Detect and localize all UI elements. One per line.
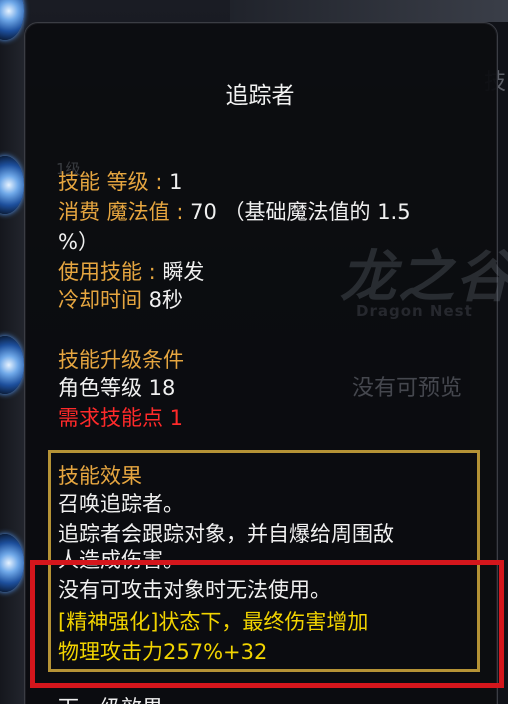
- mana-cost-value-cont: %）: [58, 230, 99, 254]
- game-screen: 技 1级 龙之谷 Dragon Nest 没有可预览 追踪者 技能 等级 : 1…: [0, 0, 508, 704]
- cooldown-value: 8秒: [142, 288, 184, 312]
- skill-title: 追踪者: [225, 83, 295, 109]
- cast-type-value: 瞬发: [162, 260, 205, 284]
- watermark-logo-sub: Dragon Nest: [356, 302, 473, 320]
- skill-level-label: 技能 等级: [58, 170, 149, 194]
- cooldown-label: 冷却时间: [58, 288, 142, 312]
- effect-line: 召唤追踪者。: [58, 492, 184, 516]
- skill-level-value: 1: [169, 170, 183, 194]
- skill-orb-icon[interactable]: [0, 336, 24, 394]
- watermark-logo: 龙之谷: [340, 244, 508, 310]
- mana-cost-row: 消费 魔法值 : 70 （基础魔法值的 1.5: [58, 198, 411, 226]
- next-level-header: 下一级效果: [58, 692, 163, 704]
- skill-level-row: 技能 等级 : 1: [58, 168, 183, 196]
- required-skill-points: 需求技能点 1: [58, 406, 184, 430]
- effect-header: 技能效果: [58, 464, 142, 488]
- skill-level-sep: :: [148, 170, 170, 194]
- skill-orb-icon[interactable]: [0, 0, 24, 40]
- cast-type-label: 使用技能: [58, 260, 142, 284]
- cast-type-row: 使用技能 : 瞬发: [58, 258, 204, 286]
- cooldown-row: 冷却时间 8秒: [58, 286, 183, 314]
- mana-cost-value: 70 （基础魔法值的 1.5: [190, 200, 411, 224]
- skill-icon-strip: [0, 0, 24, 704]
- skill-orb-icon[interactable]: [0, 534, 24, 592]
- mana-cost-label: 消费 魔法值: [58, 200, 170, 224]
- upgrade-header: 技能升级条件: [58, 348, 184, 372]
- background-frame: [230, 0, 508, 22]
- mana-cost-row-cont: %）: [58, 228, 99, 256]
- background-no-preview-text: 没有可预览: [352, 376, 463, 401]
- mana-cost-sep: :: [169, 200, 191, 224]
- skill-orb-icon[interactable]: [0, 156, 24, 214]
- effect-line: 追踪者会跟踪对象，并自爆给周围敌: [58, 522, 394, 546]
- cast-type-sep: :: [142, 260, 163, 284]
- required-char-level: 角色等级 18: [58, 376, 176, 400]
- red-highlight-annotation: [30, 560, 504, 688]
